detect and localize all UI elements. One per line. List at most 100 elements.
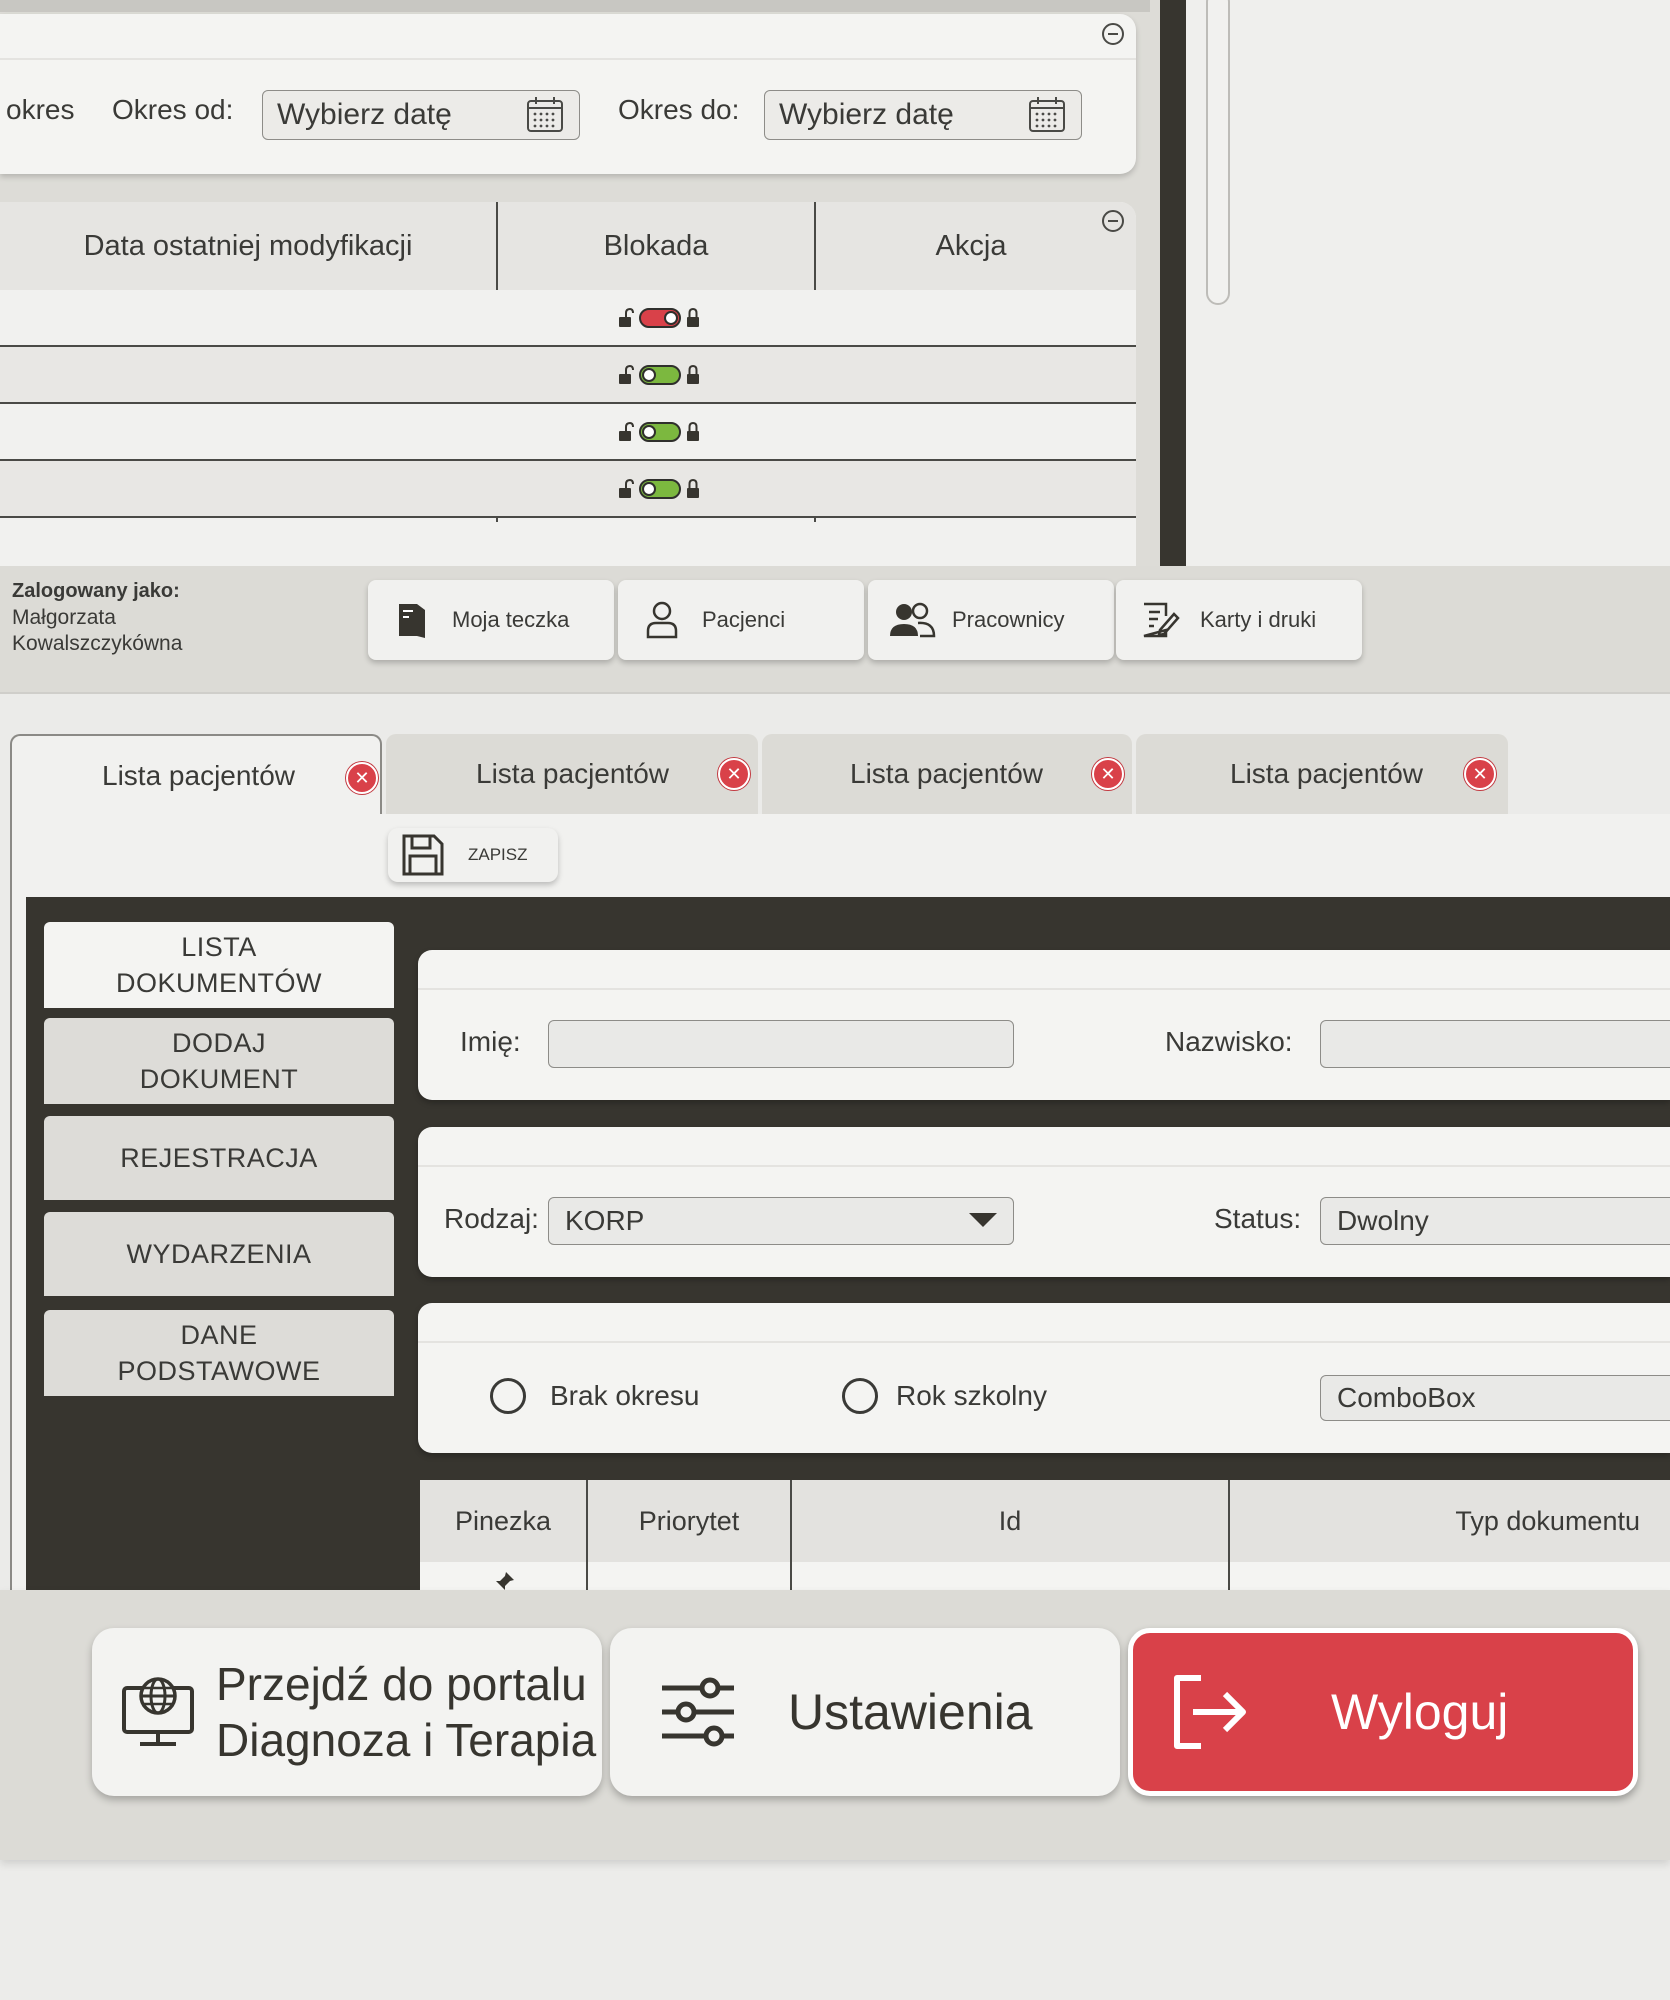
sliders-icon <box>658 1672 738 1752</box>
sidebar-item-label: DOKUMENTÓW <box>116 968 322 998</box>
nav-label: Pracownicy <box>952 607 1065 632</box>
nav-label: Pacjenci <box>702 607 786 632</box>
table-row <box>0 404 1136 461</box>
blokada-toggle[interactable] <box>618 365 700 385</box>
collapse-icon[interactable] <box>1102 210 1124 232</box>
blokada-toggle[interactable] <box>618 422 700 442</box>
column-divider <box>1228 1480 1230 1590</box>
tab-label: Lista pacjentów <box>1230 758 1424 789</box>
blokada-toggle[interactable] <box>618 308 700 328</box>
close-tab-icon[interactable]: ✕ <box>718 758 750 790</box>
okres-do-date-picker[interactable]: Wybierz datę <box>764 90 1082 140</box>
rok-szkolny-label: Rok szkolny <box>896 1380 1047 1411</box>
nav-karty-i-druki-button[interactable]: Karty i druki <box>1116 580 1362 660</box>
close-tab-icon[interactable]: ✕ <box>1092 758 1124 790</box>
card-header-divider <box>418 1165 1670 1167</box>
status-dropdown[interactable]: Dwolny <box>1320 1197 1670 1245</box>
sidebar-item-label: WYDARZENIA <box>126 1239 312 1269</box>
toggle-knob <box>664 311 678 325</box>
sidebar-item-label: LISTA <box>181 932 257 962</box>
okres-od-label: Okres od: <box>112 94 234 125</box>
nav-pacjenci-button[interactable]: Pacjenci <box>618 580 864 660</box>
users-icon <box>882 600 942 640</box>
nav-moja-teczka-button[interactable]: Moja teczka <box>368 580 614 660</box>
toggle-switch[interactable] <box>639 479 681 499</box>
card-header-divider <box>418 988 1670 990</box>
settings-label: Ustawienia <box>788 1684 1033 1740</box>
sidebar-item-label: DOKUMENT <box>139 1064 299 1094</box>
globe-monitor-icon <box>120 1674 196 1750</box>
logout-button[interactable]: Wyloguj <box>1128 1628 1638 1796</box>
tab-label: Lista pacjentów <box>476 758 670 789</box>
close-tab-icon[interactable]: ✕ <box>346 762 378 794</box>
pin-icon[interactable] <box>492 1570 516 1590</box>
user-icon <box>632 600 692 640</box>
imie-label: Imię: <box>460 1026 521 1057</box>
nav-label: Moja teczka <box>452 607 570 632</box>
table-row <box>0 347 1136 404</box>
sidebar-item-lista-dokumentow[interactable]: LISTA DOKUMENTÓW <box>44 922 394 1008</box>
header-data-modyfikacji: Data ostatniej modyfikacji <box>83 229 413 262</box>
nav-pracownicy-button[interactable]: Pracownicy <box>868 580 1114 660</box>
dark-divider <box>1160 0 1186 566</box>
period-filter-card: Brak okresu Rok szkolny ComboBox <box>418 1303 1670 1453</box>
vertical-scrollbar[interactable] <box>1206 0 1230 305</box>
table-row <box>0 290 1136 347</box>
tab-lista-pacjentow-3[interactable]: Lista pacjentów ✕ <box>762 734 1132 814</box>
locked-padlock-icon <box>687 308 699 327</box>
floppy-disk-icon <box>400 832 446 878</box>
save-label: ZAPISZ <box>468 845 528 864</box>
toggle-switch[interactable] <box>639 308 681 328</box>
calendar-icon[interactable] <box>1027 95 1067 135</box>
documents-table: Data ostatniej modyfikacji Blokada Akcja <box>0 202 1136 566</box>
save-button[interactable]: ZAPISZ <box>388 828 558 882</box>
chevron-down-icon[interactable] <box>969 1213 997 1229</box>
imie-input[interactable] <box>548 1020 1014 1068</box>
portal-label-line1: Przejdź do portalu <box>216 1658 587 1710</box>
sidebar-item-rejestracja[interactable]: REJESTRACJA <box>44 1116 394 1200</box>
unlocked-padlock-icon <box>619 479 634 498</box>
edit-document-icon <box>1130 600 1190 640</box>
toggle-switch[interactable] <box>639 365 681 385</box>
tab-lista-pacjentow-4[interactable]: Lista pacjentów ✕ <box>1136 734 1508 814</box>
user-first-name: Małgorzata <box>12 606 116 629</box>
blokada-toggle[interactable] <box>618 479 700 499</box>
sidebar-item-label: PODSTAWOWE <box>117 1356 321 1386</box>
nazwisko-input[interactable] <box>1320 1020 1670 1068</box>
settings-button[interactable]: Ustawienia <box>610 1628 1120 1796</box>
toggle-knob <box>642 425 656 439</box>
sidebar-item-wydarzenia[interactable]: WYDARZENIA <box>44 1212 394 1296</box>
calendar-icon[interactable] <box>525 95 565 135</box>
header-priorytet: Priorytet <box>638 1505 740 1536</box>
tab-lista-pacjentow-2[interactable]: Lista pacjentów ✕ <box>386 734 758 814</box>
documents-grid-row <box>420 1562 1670 1590</box>
logout-label: Wyloguj <box>1331 1684 1509 1740</box>
date-filter-card: okres Okres od: Wybierz datę Okres do: W… <box>0 14 1136 174</box>
portal-diagnoza-terapia-button[interactable]: Przejdź do portalu Diagnoza i Terapia <box>92 1628 602 1796</box>
toggle-knob <box>642 482 656 496</box>
rodzaj-dropdown[interactable]: KORP <box>548 1197 1014 1245</box>
okres-label: okres <box>6 94 75 125</box>
top-edge-strip <box>0 0 1150 12</box>
okres-do-label: Okres do: <box>618 94 740 125</box>
column-divider <box>790 1480 792 1590</box>
collapse-icon[interactable] <box>1102 23 1124 45</box>
card-header-divider <box>418 1341 1670 1343</box>
locked-padlock-icon <box>687 479 699 498</box>
sidebar-item-label: REJESTRACJA <box>120 1143 318 1173</box>
card-header-divider <box>0 58 1136 60</box>
sidebar-item-dane-podstawowe[interactable]: DANE PODSTAWOWE <box>44 1310 394 1396</box>
close-tab-icon[interactable]: ✕ <box>1464 758 1496 790</box>
sidebar-item-dodaj-dokument[interactable]: DODAJ DOKUMENT <box>44 1018 394 1104</box>
portal-label-line2: Diagnoza i Terapia <box>216 1714 597 1766</box>
user-last-name: Kowalszczykówna <box>12 632 183 655</box>
toggle-switch[interactable] <box>639 422 681 442</box>
status-value: Dwolny <box>1337 1205 1429 1236</box>
period-combobox[interactable]: ComboBox <box>1320 1375 1670 1421</box>
right-panel <box>1186 0 1670 566</box>
tab-lista-pacjentow-1[interactable]: Lista pacjentów ✕ <box>10 734 382 816</box>
nav-label: Karty i druki <box>1200 607 1317 632</box>
rok-szkolny-radio[interactable] <box>842 1378 878 1414</box>
brak-okresu-radio[interactable] <box>490 1378 526 1414</box>
okres-od-date-picker[interactable]: Wybierz datę <box>262 90 580 140</box>
